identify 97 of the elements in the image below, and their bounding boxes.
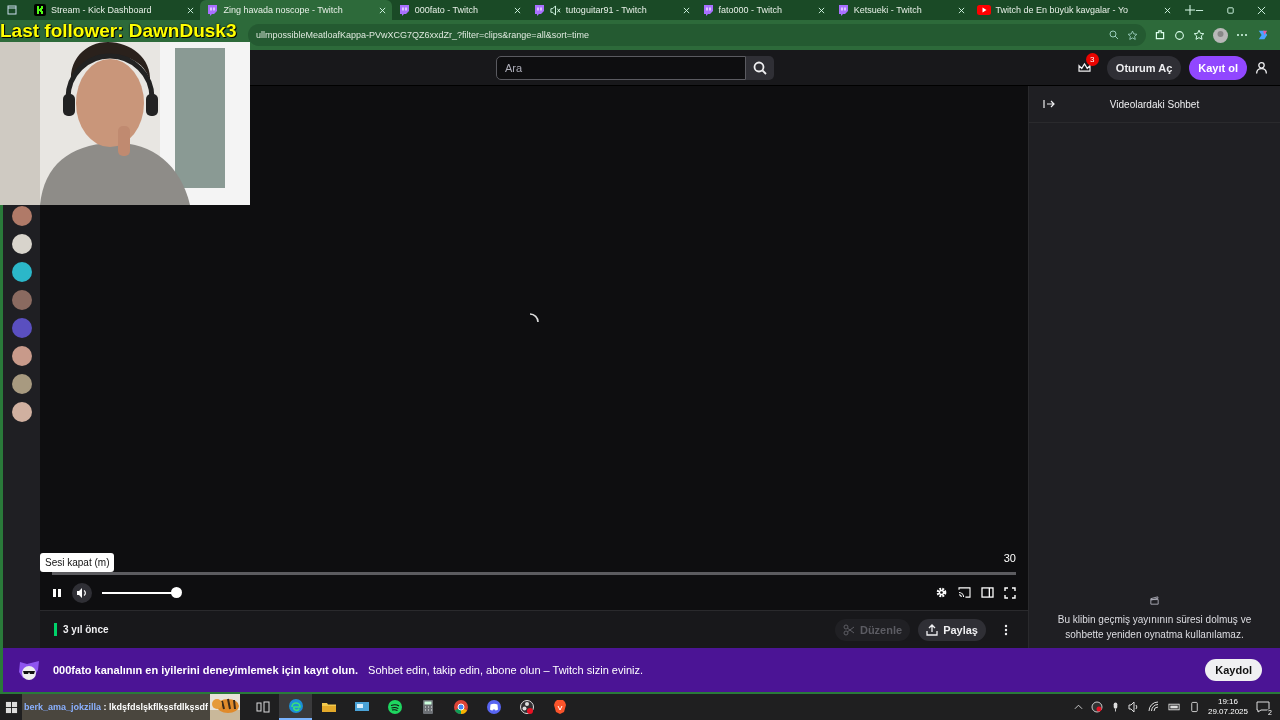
twitch-logo-icon xyxy=(206,4,219,16)
twitch-logo-icon xyxy=(532,4,545,16)
twitch-logo-icon xyxy=(397,4,410,16)
close-icon[interactable] xyxy=(817,6,825,14)
tab-title: 000fato - Twitch xyxy=(414,5,479,15)
record-app-icon xyxy=(518,699,535,715)
browser-menu-icon[interactable] xyxy=(7,5,17,15)
browser-tab[interactable]: fato000 - Twitch xyxy=(695,0,831,20)
volume-thumb[interactable] xyxy=(171,586,182,598)
tab-title: fato000 - Twitch xyxy=(718,5,783,15)
tab-title: Twitch de En büyük kavgalar - Yo xyxy=(995,5,1130,15)
star-icon[interactable] xyxy=(1127,29,1138,41)
cast-icon[interactable] xyxy=(958,587,971,598)
close-icon[interactable] xyxy=(378,6,386,14)
scissors-icon xyxy=(842,623,855,636)
share-icon xyxy=(926,623,939,636)
volume-icon[interactable] xyxy=(1127,701,1140,713)
duration-label: 30 xyxy=(1003,552,1016,564)
channel-avatar[interactable] xyxy=(11,262,32,282)
search-button[interactable] xyxy=(746,55,774,80)
channel-avatar[interactable] xyxy=(11,374,32,394)
browser-tab[interactable]: Stream - Kick Dashboard xyxy=(24,0,201,20)
share-button[interactable]: Paylaş xyxy=(918,618,986,641)
chat-bubble-icon xyxy=(1256,701,1270,713)
sync-icon[interactable] xyxy=(1174,29,1185,41)
channel-avatar[interactable] xyxy=(11,234,32,254)
loading-spinner-icon xyxy=(529,313,539,323)
speaker-icon xyxy=(76,586,88,599)
collapse-icon[interactable] xyxy=(1043,99,1055,109)
spotify-icon xyxy=(386,699,403,715)
banner-subline: Sohbet edin, takip edin, abone olun – Twitch sizin eviniz. xyxy=(368,664,644,676)
twitch-logo-icon xyxy=(836,4,849,16)
browser-tab[interactable]: Ketsueki - Twitch xyxy=(830,0,971,20)
follower-label: Last follower: DawnDusk3 xyxy=(0,20,237,42)
close-icon[interactable] xyxy=(187,6,195,14)
user-icon[interactable] xyxy=(1255,61,1268,74)
notification-badge: 3 xyxy=(1085,53,1099,66)
settings-icon[interactable] xyxy=(935,586,948,599)
battery-icon[interactable] xyxy=(1167,703,1181,711)
kick-logo-icon xyxy=(34,4,46,16)
more-icon[interactable] xyxy=(1004,623,1008,636)
task-view-icon xyxy=(254,699,271,715)
clapperboard-icon xyxy=(1149,595,1160,606)
edge-browser-icon xyxy=(287,698,304,714)
close-icon[interactable] xyxy=(1257,5,1266,15)
new-tab-icon[interactable] xyxy=(1184,5,1195,15)
channel-avatar[interactable] xyxy=(11,402,32,422)
record-status-icon[interactable] xyxy=(1090,701,1103,713)
banner-headline: 000fato kanalının en iyilerini deneyimlemek için kayıt olun. xyxy=(53,664,359,676)
channel-avatar[interactable] xyxy=(11,206,32,226)
signup-button[interactable]: Kayıt ol xyxy=(1189,55,1247,80)
clip-age: 3 yıl önce xyxy=(54,623,109,636)
pause-icon[interactable] xyxy=(52,587,62,598)
maximize-icon[interactable] xyxy=(1226,5,1235,15)
fullscreen-icon[interactable] xyxy=(1004,586,1016,599)
close-icon[interactable] xyxy=(682,6,690,14)
close-icon[interactable] xyxy=(513,6,521,14)
search-icon xyxy=(753,60,767,75)
youtube-logo-icon xyxy=(976,5,991,15)
browser-tab[interactable]: tutoguitar91 - Twitch xyxy=(526,0,696,20)
browser-tab[interactable]: Twitch de En büyük kavgalar - Yo xyxy=(970,0,1177,20)
tab-title: Ketsueki - Twitch xyxy=(853,5,923,15)
favorites-icon[interactable] xyxy=(1193,29,1205,41)
tab-title: Stream - Kick Dashboard xyxy=(51,5,153,15)
zoom-icon xyxy=(1109,30,1119,40)
chrome-icon xyxy=(452,699,469,715)
close-icon[interactable] xyxy=(957,6,965,14)
chat-title: Videolardaki Sohbet xyxy=(1108,98,1201,110)
chevron-up-icon[interactable] xyxy=(1073,704,1083,710)
discord-icon xyxy=(485,699,502,715)
phone-link-icon[interactable] xyxy=(1188,701,1200,713)
windows-start-icon[interactable] xyxy=(4,700,18,714)
channel-avatar[interactable] xyxy=(11,346,32,366)
extensions-icon[interactable] xyxy=(1154,29,1166,41)
crown-icon[interactable] xyxy=(1077,62,1091,73)
browser-tab[interactable]: 000fato - Twitch xyxy=(391,0,527,20)
close-icon[interactable] xyxy=(1163,6,1171,14)
taskbar-app[interactable] xyxy=(279,694,313,720)
login-button[interactable]: Oturum Aç xyxy=(1106,55,1182,80)
profile-avatar-icon[interactable] xyxy=(1213,27,1228,43)
lion-browser-icon xyxy=(551,699,568,715)
copilot-icon[interactable] xyxy=(1256,28,1270,42)
glitch-mascot-icon xyxy=(17,658,41,682)
twitch-logo-icon xyxy=(701,4,714,16)
address-bar[interactable]: ullmpossibleMeatloafKappa-PVwXCG7QZ6xxdZr_?filter=clips&range=all&sort=time xyxy=(248,24,1146,46)
tab-title: Zing havada noscope - Twitch xyxy=(223,5,344,15)
wifi-icon[interactable] xyxy=(1147,701,1160,713)
theatre-mode-icon[interactable] xyxy=(981,587,994,598)
clock[interactable]: 19:16 29.07.2025 xyxy=(1207,697,1248,717)
tab-title: tutoguitar91 - Twitch xyxy=(565,5,648,15)
signup-button[interactable]: Kaydol xyxy=(1205,659,1262,681)
mute-button[interactable] xyxy=(72,582,92,603)
tooltip: Sesi kapat (m) xyxy=(40,553,115,572)
browser-tab[interactable]: Zing havada noscope - Twitch xyxy=(200,0,392,20)
chat-unavailable-notice: Bu klibin geçmiş yayınının süresi dolmuş ve sohbette yeniden oynatma kullanılamaz. xyxy=(1056,613,1253,642)
chat-overlay-message: berk_ama_jokzilla : lkdşfdslşkflkşsfdlkşsdf xyxy=(23,702,210,712)
search-field[interactable]: Ara xyxy=(496,55,746,80)
